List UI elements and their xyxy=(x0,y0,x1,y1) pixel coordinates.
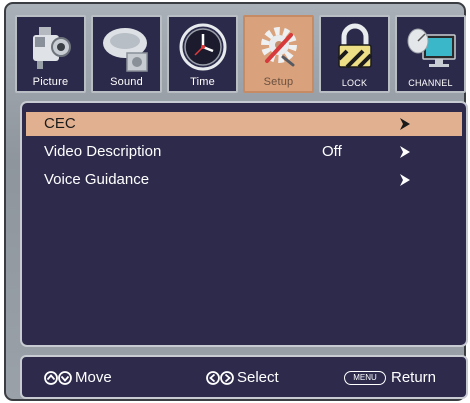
tab-picture[interactable]: Picture xyxy=(15,15,86,93)
tab-label: Picture xyxy=(32,76,69,88)
speaker-icon xyxy=(103,28,148,72)
up-down-buttons-icon xyxy=(44,370,72,385)
tab-label: Sound xyxy=(110,76,143,88)
menu-key-icon: MENU xyxy=(344,370,386,385)
arrow-right-icon xyxy=(400,118,410,130)
hint-select: Select xyxy=(206,369,279,386)
satellite-tv-icon xyxy=(407,28,456,67)
tv-settings-menu: Picture Sound Time Setup LOCK CHANNEL CE… xyxy=(4,2,468,401)
menu-panel: CEC Video Description Off Voice Guidance xyxy=(20,101,468,347)
hint-return: MENU Return xyxy=(344,369,436,386)
footer-hints: Move Select MENU Return xyxy=(20,355,468,399)
arrow-right-icon xyxy=(400,146,410,158)
tab-setup[interactable]: Setup xyxy=(243,15,314,93)
tab-channel[interactable]: CHANNEL xyxy=(395,15,466,93)
menu-item-video-description[interactable]: Video Description Off xyxy=(26,140,462,164)
arrow-right-icon xyxy=(400,174,410,186)
tab-time[interactable]: Time xyxy=(167,15,238,93)
padlock-icon xyxy=(337,23,373,69)
tab-lock[interactable]: LOCK xyxy=(319,15,390,93)
menu-item-label: Voice Guidance xyxy=(44,171,150,188)
menu-item-value: Off xyxy=(322,143,342,160)
tab-label: CHANNEL xyxy=(408,78,453,88)
hint-return-label: Return xyxy=(391,369,437,386)
menu-item-cec[interactable]: CEC xyxy=(26,112,462,136)
menu-item-label: Video Description xyxy=(44,143,162,160)
tab-label: LOCK xyxy=(341,78,368,88)
clock-icon xyxy=(179,23,227,71)
menu-item-voice-guidance[interactable]: Voice Guidance xyxy=(26,168,462,192)
tab-label: Setup xyxy=(263,76,294,88)
tab-sound[interactable]: Sound xyxy=(91,15,162,93)
tab-label: Time xyxy=(190,76,215,88)
hint-move-label: Move xyxy=(75,369,112,386)
left-right-buttons-icon xyxy=(206,370,234,385)
menu-item-label: CEC xyxy=(44,115,76,132)
hint-move: Move xyxy=(44,369,112,386)
gear-wrench-icon xyxy=(261,27,297,67)
camcorder-icon xyxy=(33,27,71,69)
hint-select-label: Select xyxy=(237,369,279,386)
